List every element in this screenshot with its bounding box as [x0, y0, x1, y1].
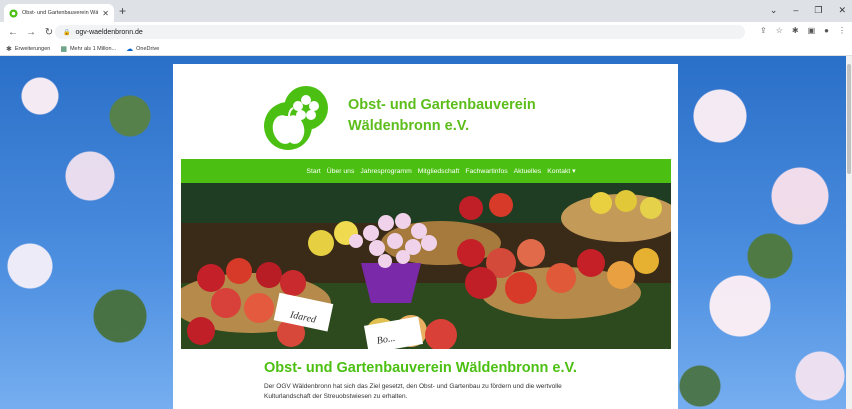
nav-kontakt[interactable]: Kontakt ▾	[547, 167, 575, 175]
logo-apple-icon[interactable]	[262, 82, 332, 152]
bookmarks-bar: ✱ Erweiterungen ▦ Mehr als 1 Millon... ☁ On…	[0, 42, 852, 56]
site-title-line2: Wäldenbronn e.V.	[348, 118, 470, 134]
window-controls: ⌄ – ❐ ✕	[770, 5, 846, 16]
extensions-icon[interactable]: ✱	[792, 26, 799, 35]
intro-text: Der OGV Wäldenbronn hat sich das Ziel ge…	[264, 383, 562, 400]
nav-ueber-uns[interactable]: Über uns	[327, 168, 355, 175]
cloud-icon: ☁	[126, 45, 134, 53]
sidebar-icon[interactable]: ▣	[808, 26, 816, 35]
main-navigation: Start Über uns Jahresprogramm Mitgliedsc…	[181, 159, 671, 183]
page-container: Obst- und Gartenbauverein Wäldenbronn e.…	[173, 64, 678, 409]
tab-bar: Obst- und Gartenbauverein Wäl ✕ + ⌄ – ❐ …	[0, 0, 852, 22]
minimize-icon[interactable]: –	[793, 5, 798, 16]
lock-icon[interactable]: 🔒	[63, 29, 70, 36]
excel-icon: ▦	[60, 45, 67, 53]
nav-start[interactable]: Start	[306, 168, 320, 175]
browser-tab[interactable]: Obst- und Gartenbauverein Wäl ✕	[4, 4, 114, 22]
intro-heading: Obst- und Gartenbauverein Wäldenbronn e.…	[264, 360, 577, 376]
share-icon[interactable]: ⇪	[760, 26, 767, 35]
puzzle-icon: ✱	[6, 45, 12, 53]
new-tab-button[interactable]: +	[119, 5, 126, 17]
hero-image-apples: Idared Bo...	[181, 183, 671, 349]
tab-title: Obst- und Gartenbauverein Wäl	[22, 10, 99, 16]
scrollbar[interactable]	[846, 56, 852, 409]
browser-toolbar: ← → ↻ ⌂ 🔒 ogv-waeldenbronn.de ⇪ ☆ ✱ ▣ ● …	[0, 22, 852, 42]
nav-aktuelles[interactable]: Aktuelles	[514, 168, 542, 175]
bookmark-label: Erweiterungen	[14, 45, 51, 52]
scrollbar-thumb[interactable]	[847, 64, 851, 174]
tab-close-icon[interactable]: ✕	[102, 9, 109, 18]
tab-search-icon[interactable]: ⌄	[770, 5, 778, 16]
site-title[interactable]: Obst- und Gartenbauverein Wäldenbronn e.…	[348, 95, 598, 137]
bookmark-label: OneDrive	[136, 45, 160, 52]
bookmark-onedrive[interactable]: ☁ OneDrive	[126, 45, 159, 53]
forward-icon[interactable]: →	[26, 27, 36, 38]
menu-icon[interactable]: ⋮	[838, 26, 846, 35]
bookmark-mehr[interactable]: ▦ Mehr als 1 Millon...	[60, 45, 116, 53]
maximize-icon[interactable]: ❐	[814, 5, 822, 16]
toolbar-actions: ⇪ ☆ ✱ ▣ ● ⋮	[760, 26, 846, 35]
url-text: ogv-waeldenbronn.de	[75, 28, 143, 36]
back-icon[interactable]: ←	[8, 27, 18, 38]
bookmark-label: Mehr als 1 Millon...	[69, 45, 117, 52]
site-favicon-icon	[9, 8, 18, 18]
nav-mitgliedschaft[interactable]: Mitgliedschaft	[418, 168, 460, 175]
bookmark-extensions[interactable]: ✱ Erweiterungen	[6, 45, 50, 53]
bookmark-star-icon[interactable]: ☆	[776, 26, 783, 35]
nav-jahresprogramm[interactable]: Jahresprogramm	[360, 168, 411, 175]
address-bar[interactable]: 🔒 ogv-waeldenbronn.de	[55, 25, 745, 39]
site-title-line1: Obst- und Gartenbauverein	[348, 97, 536, 113]
profile-icon[interactable]: ●	[824, 26, 829, 35]
reload-icon[interactable]: ↻	[44, 27, 54, 38]
nav-fachwartinfos[interactable]: Fachwartinfos	[465, 168, 507, 175]
close-window-icon[interactable]: ✕	[838, 5, 846, 16]
